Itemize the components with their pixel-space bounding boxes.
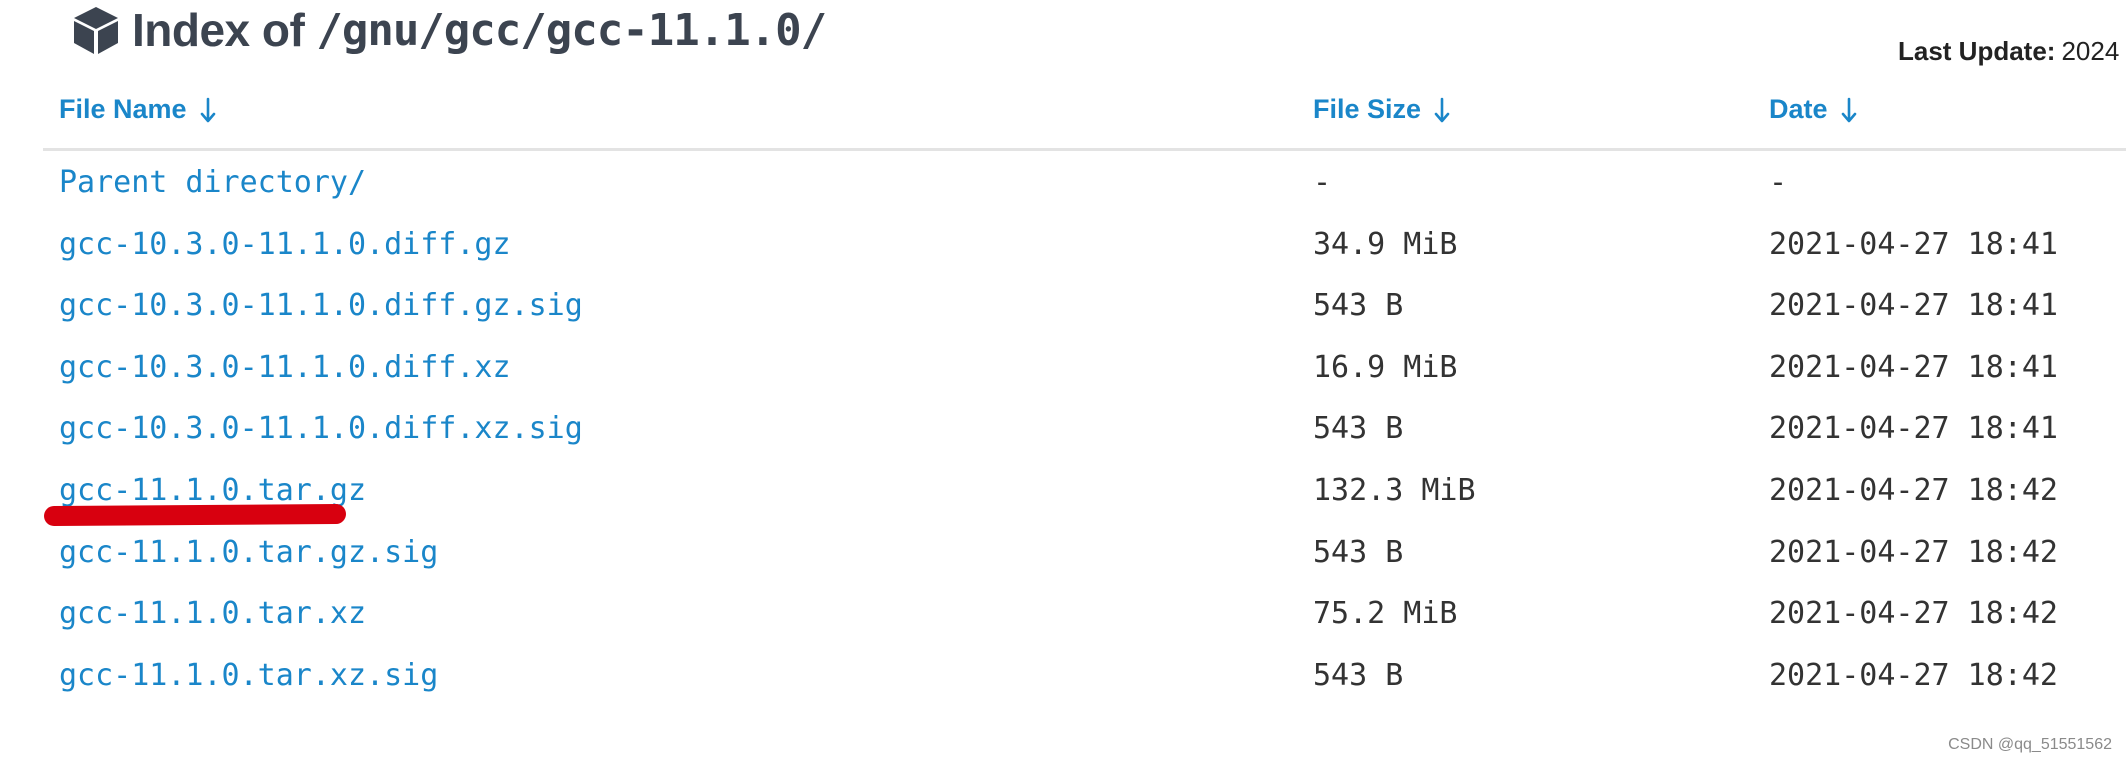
file-link[interactable]: gcc-10.3.0-11.1.0.diff.gz xyxy=(59,227,511,262)
file-date: - xyxy=(1769,165,1788,200)
file-link[interactable]: Parent directory/ xyxy=(59,165,366,200)
file-link[interactable]: gcc-10.3.0-11.1.0.diff.xz xyxy=(59,350,511,385)
table-header: File Name File Size Date xyxy=(43,88,2126,151)
column-header-label: Date xyxy=(1769,94,1828,124)
file-date: 2021-04-27 18:41 xyxy=(1769,349,2058,385)
sort-by-date[interactable]: Date xyxy=(1769,94,1858,125)
file-size: 543 B xyxy=(1313,288,1404,324)
file-link[interactable]: gcc-11.1.0.tar.xz xyxy=(59,596,366,631)
file-list: Parent directory/ - - gcc-10.3.0-11.1.0.… xyxy=(43,155,2126,709)
sort-by-file-size[interactable]: File Size xyxy=(1313,94,1451,125)
file-link[interactable]: gcc-10.3.0-11.1.0.diff.xz.sig xyxy=(59,411,583,446)
red-underline-annotation xyxy=(43,503,347,527)
file-date: 2021-04-27 18:42 xyxy=(1769,534,2058,570)
table-row: gcc-10.3.0-11.1.0.diff.xz.sig 543 B 2021… xyxy=(43,401,2126,463)
file-date: 2021-04-27 18:42 xyxy=(1769,472,2058,508)
page-title-prefix: Index of xyxy=(132,4,305,56)
file-size: 543 B xyxy=(1313,534,1404,570)
file-size: - xyxy=(1313,165,1332,200)
last-update-label: Last Update: xyxy=(1898,36,2056,66)
file-size: 16.9 MiB xyxy=(1313,349,1458,385)
arrow-down-icon xyxy=(1841,97,1856,122)
table-row: gcc-11.1.0.tar.gz.sig 543 B 2021-04-27 1… xyxy=(43,525,2126,587)
table-row: gcc-11.1.0.tar.xz.sig 543 B 2021-04-27 1… xyxy=(43,648,2126,710)
file-link[interactable]: gcc-11.1.0.tar.gz.sig xyxy=(59,535,438,570)
file-date: 2021-04-27 18:41 xyxy=(1769,226,2058,262)
table-row: gcc-11.1.0.tar.xz 75.2 MiB 2021-04-27 18… xyxy=(43,586,2126,648)
file-size: 132.3 MiB xyxy=(1313,472,1476,508)
table-row: gcc-10.3.0-11.1.0.diff.xz 16.9 MiB 2021-… xyxy=(43,340,2126,402)
watermark: CSDN @qq_51551562 xyxy=(1948,736,2112,753)
file-size: 543 B xyxy=(1313,657,1404,693)
arrow-down-icon xyxy=(1434,97,1450,122)
file-date: 2021-04-27 18:42 xyxy=(1769,596,2058,632)
last-update: Last Update: 2024 xyxy=(1898,36,2119,67)
file-date: 2021-04-27 18:42 xyxy=(1769,657,2058,693)
table-row: gcc-11.1.0.tar.gz 132.3 MiB 2021-04-27 1… xyxy=(43,463,2126,525)
table-row: Parent directory/ - - xyxy=(43,155,2126,217)
file-date: 2021-04-27 18:41 xyxy=(1769,411,2058,447)
file-size: 34.9 MiB xyxy=(1313,226,1458,262)
arrow-down-icon xyxy=(200,97,215,122)
column-header-label: File Name xyxy=(59,94,187,124)
cube-icon xyxy=(74,7,118,54)
last-update-value: 2024 xyxy=(2061,36,2120,66)
file-link[interactable]: gcc-11.1.0.tar.gz xyxy=(59,473,366,508)
file-size: 75.2 MiB xyxy=(1313,596,1458,632)
file-link[interactable]: gcc-10.3.0-11.1.0.diff.gz.sig xyxy=(59,288,583,323)
column-header-label: File Size xyxy=(1313,94,1422,124)
file-size: 543 B xyxy=(1313,411,1404,447)
table-row: gcc-10.3.0-11.1.0.diff.gz.sig 543 B 2021… xyxy=(43,278,2126,340)
sort-by-file-name[interactable]: File Name xyxy=(59,94,217,125)
page-title-path: /gnu/gcc/gcc-11.1.0/ xyxy=(316,4,827,56)
page-header: Index of /gnu/gcc/gcc-11.1.0/ xyxy=(70,0,827,60)
table-row: gcc-10.3.0-11.1.0.diff.gz 34.9 MiB 2021-… xyxy=(43,217,2126,279)
file-link[interactable]: gcc-11.1.0.tar.xz.sig xyxy=(59,658,438,693)
file-date: 2021-04-27 18:41 xyxy=(1769,288,2058,324)
